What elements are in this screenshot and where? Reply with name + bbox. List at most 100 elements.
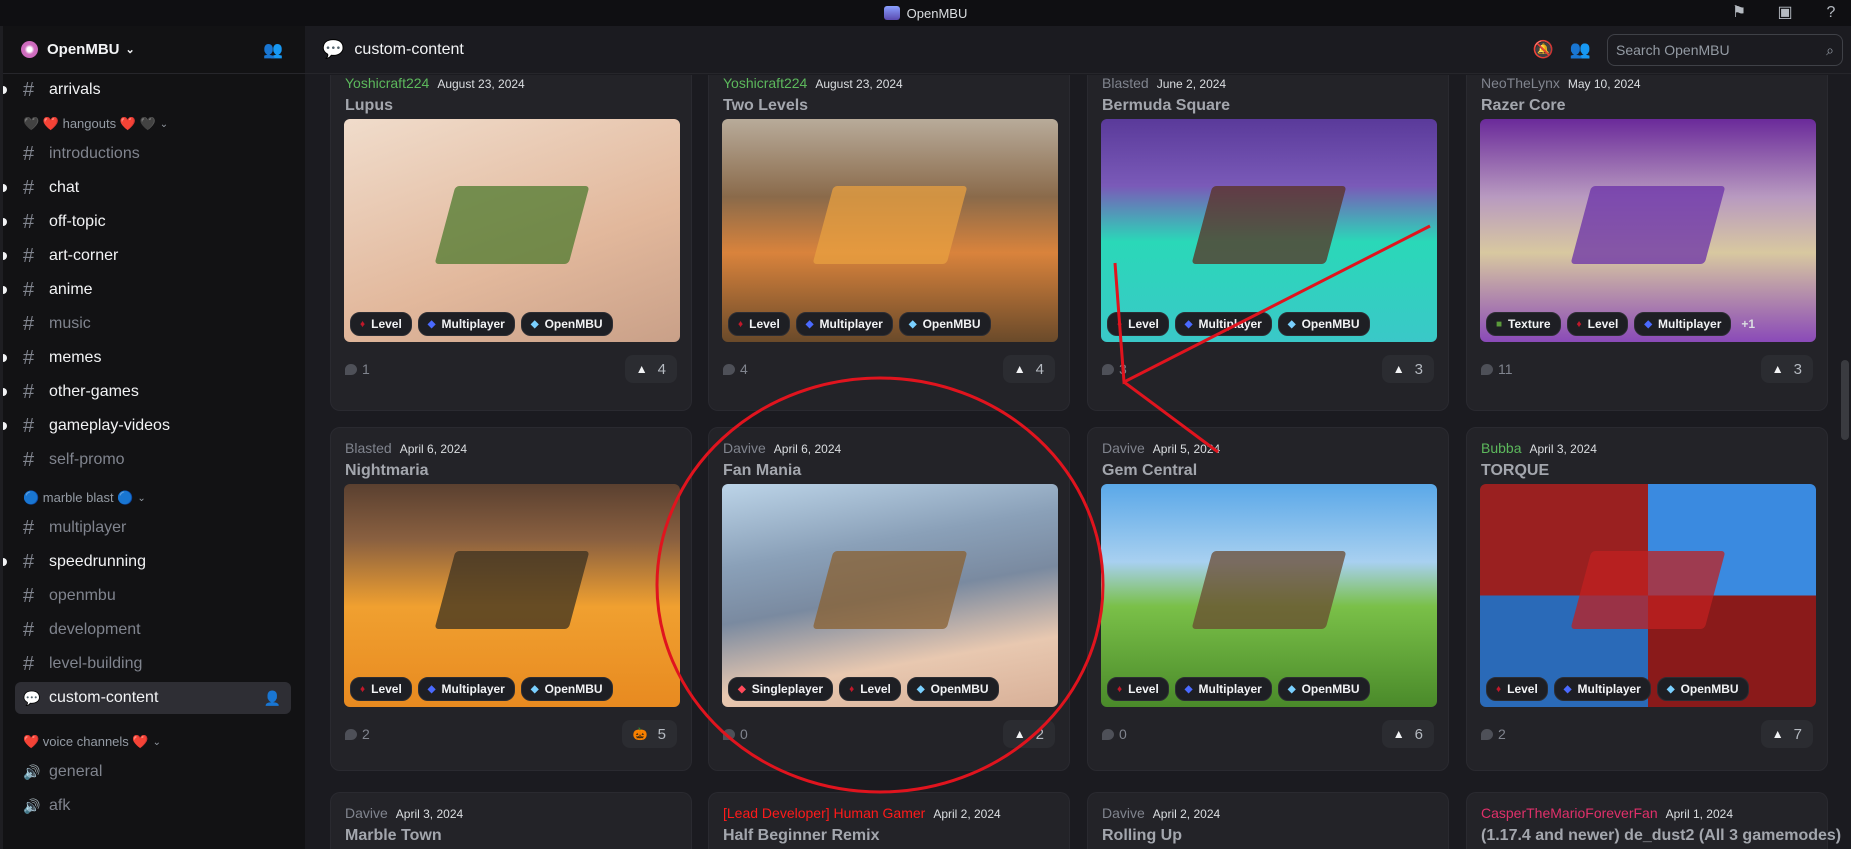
post-thumbnail[interactable]: ♦ Level ◆ Multiplayer ◆ OpenMBU	[722, 119, 1058, 342]
sidebar-item-off-topic[interactable]: # off-topic	[3, 206, 291, 238]
post-thumbnail[interactable]: ♦ Level ◆ Multiplayer ◆ OpenMBU	[1101, 484, 1437, 707]
reaction-button[interactable]: 🎃 5	[621, 720, 677, 748]
reaction-button[interactable]: ▲ 3	[1381, 355, 1434, 383]
forum-post-card[interactable]: Davive April 6, 2024 Fan Mania ◆ Singleplaye…	[708, 427, 1070, 771]
sidebar-item-music[interactable]: # music	[15, 308, 291, 340]
post-author[interactable]: Blasted	[1102, 75, 1149, 91]
reaction-button[interactable]: ▲ 3	[1760, 355, 1813, 383]
tag-level[interactable]: ♦ Level	[1566, 312, 1629, 336]
speaker-icon: 🔊	[23, 797, 41, 814]
reaction-button[interactable]: ▲ 4	[624, 355, 677, 383]
flag-icon[interactable]: ⚑	[1729, 3, 1749, 23]
post-author[interactable]: CasperTheMarioForeverFan	[1481, 805, 1658, 821]
invite-people-icon[interactable]: 👥	[263, 40, 283, 60]
tag-openmbu[interactable]: ◆ OpenMBU	[520, 677, 613, 701]
post-thumbnail[interactable]: ■ Texture ♦ Level ◆ Multiplayer +1	[1480, 119, 1816, 342]
post-author[interactable]: Davive	[1102, 440, 1145, 456]
tag-multiplayer[interactable]: ◆ Multiplayer	[417, 312, 515, 336]
post-author[interactable]: Davive	[345, 805, 388, 821]
tag-level[interactable]: ♦ Level	[1107, 677, 1169, 701]
tag-texture[interactable]: ■ Texture	[1486, 312, 1561, 336]
post-author[interactable]: NeoTheLynx	[1481, 75, 1560, 91]
tag-level[interactable]: ♦ Level	[350, 312, 412, 336]
tag-multiplayer[interactable]: ◆ Multiplayer	[417, 677, 515, 701]
sidebar-item-multiplayer[interactable]: # multiplayer	[15, 512, 291, 544]
tag-multiplayer[interactable]: ◆ Multiplayer	[1553, 677, 1651, 701]
post-author[interactable]: Blasted	[345, 440, 392, 456]
notification-muted-icon[interactable]: 🔕	[1533, 40, 1554, 60]
post-thumbnail[interactable]: ♦ Level ◆ Multiplayer ◆ OpenMBU	[1101, 119, 1437, 342]
tag-level[interactable]: ♦ Level	[350, 677, 412, 701]
post-author[interactable]: Davive	[723, 440, 766, 456]
forum-post-card[interactable]: Davive April 3, 2024 Marble Town	[330, 792, 692, 849]
category-1[interactable]: 🖤 ❤️ hangouts ❤️ 🖤 ⌄	[23, 116, 168, 132]
sidebar-item-gameplay-videos[interactable]: # gameplay-videos	[3, 410, 291, 442]
forum-post-card[interactable]: NeoTheLynx May 10, 2024 Razer Core ■ Texture…	[1466, 75, 1828, 411]
post-thumbnail[interactable]: ♦ Level ◆ Multiplayer ◆ OpenMBU	[344, 484, 680, 707]
forum-post-card[interactable]: Yoshicraft224 August 23, 2024 Two Levels ♦ L…	[708, 75, 1070, 411]
sidebar-item-speedrunning[interactable]: # speedrunning	[3, 546, 291, 578]
scrollbar[interactable]	[1841, 360, 1849, 440]
sidebar-item-chat[interactable]: # chat	[3, 172, 291, 204]
tag-openmbu[interactable]: ◆ OpenMBU	[1656, 677, 1749, 701]
post-thumbnail[interactable]: ♦ Level ◆ Multiplayer ◆ OpenMBU	[344, 119, 680, 342]
forum-post-card[interactable]: CasperTheMarioForeverFan April 1, 2024 (1.…	[1466, 792, 1841, 849]
forum-post-card[interactable]: Davive April 5, 2024 Gem Central ♦ Level ◆ Mul…	[1087, 427, 1449, 771]
tag-level[interactable]: ♦ Level	[728, 312, 790, 336]
forum-post-card[interactable]: Blasted June 2, 2024 Bermuda Square ♦ Level ◆…	[1087, 75, 1449, 411]
sidebar-item-anime[interactable]: # anime	[3, 274, 291, 306]
post-thumbnail[interactable]: ◆ Singleplayer ♦ Level ◆ OpenMBU	[722, 484, 1058, 707]
tag-openmbu[interactable]: ◆ OpenMBU	[1277, 677, 1370, 701]
forum-post-card[interactable]: Yoshicraft224 August 23, 2024 Lupus ♦ Level ◆…	[330, 75, 692, 411]
tag-level[interactable]: ♦ Level	[839, 677, 901, 701]
add-member-icon[interactable]: 👤	[264, 690, 281, 707]
inbox-icon[interactable]: ▣	[1775, 3, 1795, 23]
reaction-button[interactable]: ▲ 7	[1760, 720, 1813, 748]
tag-openmbu[interactable]: ◆ OpenMBU	[1277, 312, 1370, 336]
tag-openmbu[interactable]: ◆ OpenMBU	[520, 312, 613, 336]
post-author[interactable]: [Lead Developer] Human Gamer	[723, 805, 925, 821]
search-input[interactable]: Search OpenMBU ⌕	[1607, 34, 1843, 66]
sidebar-item-openmbu[interactable]: # openmbu	[15, 580, 291, 612]
forum-post-card[interactable]: [Lead Developer] Human Gamer April 2, 202…	[708, 792, 1070, 849]
tag-singleplayer[interactable]: ◆ Singleplayer	[728, 677, 834, 701]
forum-post-card[interactable]: Blasted April 6, 2024 Nightmaria ♦ Level ◆ Mul…	[330, 427, 692, 771]
post-author[interactable]: Bubba	[1481, 440, 1521, 456]
sidebar-item-development[interactable]: # development	[15, 614, 291, 646]
reaction-button[interactable]: ▲ 4	[1002, 355, 1055, 383]
post-author[interactable]: Davive	[1102, 805, 1145, 821]
reaction-button[interactable]: ▲ 6	[1381, 720, 1434, 748]
tag-openmbu[interactable]: ◆ OpenMBU	[906, 677, 999, 701]
help-icon[interactable]: ?	[1821, 3, 1841, 23]
sidebar-item-art-corner[interactable]: # art-corner	[3, 240, 291, 272]
post-author[interactable]: Yoshicraft224	[723, 75, 807, 91]
sidebar-item-level-building[interactable]: # level-building	[15, 648, 291, 680]
category-19[interactable]: ❤️ voice channels ❤️ ⌄	[23, 734, 161, 750]
sidebar-item-memes[interactable]: # memes	[3, 342, 291, 374]
sidebar-item-arrivals[interactable]: # arrivals	[3, 74, 291, 106]
server-menu-button[interactable]: OpenMBU ⌄ 👥	[3, 26, 305, 74]
tag-multiplayer[interactable]: ◆ Multiplayer	[795, 312, 893, 336]
sidebar-item-afk[interactable]: 🔊 afk	[15, 790, 291, 822]
more-tags[interactable]: +1	[1737, 317, 1755, 331]
post-author[interactable]: Yoshicraft224	[345, 75, 429, 91]
sidebar-item-other-games[interactable]: # other-games	[3, 376, 291, 408]
category-12[interactable]: 🔵 marble blast 🔵 ⌄	[23, 490, 146, 506]
sidebar-item-self-promo[interactable]: # self-promo	[15, 444, 291, 476]
post-thumbnail[interactable]: ♦ Level ◆ Multiplayer ◆ OpenMBU	[1480, 484, 1816, 707]
sidebar-item-general[interactable]: 🔊 general	[15, 756, 291, 788]
forum-post-card[interactable]: Davive April 2, 2024 Rolling Up	[1087, 792, 1449, 849]
sidebar-item-introductions[interactable]: # introductions	[15, 138, 291, 170]
tag-multiplayer[interactable]: ◆ Multiplayer	[1634, 312, 1732, 336]
forum-post-card[interactable]: Bubba April 3, 2024 TORQUE ♦ Level ◆ Multiplay…	[1466, 427, 1828, 771]
reaction-button[interactable]: ▲ 2	[1002, 720, 1055, 748]
tag-multiplayer[interactable]: ◆ Multiplayer	[1174, 312, 1272, 336]
comment-count-value: 11	[1498, 361, 1513, 377]
tag-level[interactable]: ♦ Level	[1486, 677, 1548, 701]
tag-level[interactable]: ♦ Level	[1107, 312, 1169, 336]
tag-multiplayer[interactable]: ◆ Multiplayer	[1174, 677, 1272, 701]
tag-openmbu[interactable]: ◆ OpenMBU	[898, 312, 991, 336]
post-title: TORQUE	[1481, 462, 1550, 479]
member-list-icon[interactable]: 👥	[1570, 40, 1591, 60]
sidebar-item-custom-content[interactable]: 💬 custom-content 👤	[15, 682, 291, 714]
